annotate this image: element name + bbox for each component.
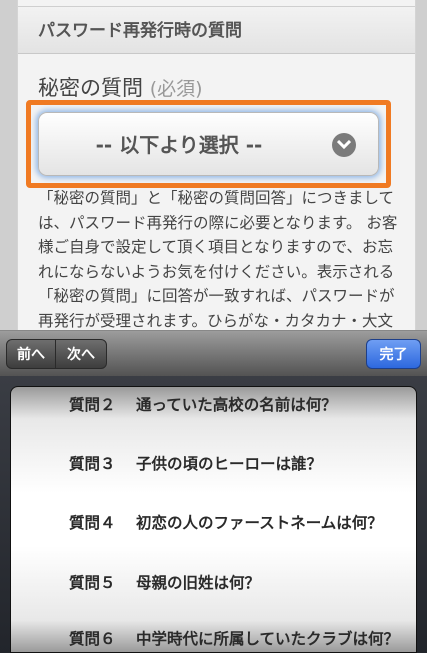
keyboard-toolbar: 前へ 次へ 完了 [0, 330, 427, 377]
required-mark: (必須) [149, 78, 203, 100]
option-text: 母親の旧姓は何？ [136, 574, 261, 592]
picker-option[interactable]: 質問５ 母親の旧姓は何？ [11, 568, 416, 598]
select-value: -- 以下より選択 -- [95, 133, 263, 157]
done-button[interactable]: 完了 [366, 339, 421, 369]
picker-wheel[interactable]: 質問２ 通っていた高校の名前は何？ 質問３ 子供の頃のヒーローは誰？ 質問４ 初… [10, 386, 417, 653]
option-text: 通っていた高校の名前は何？ [136, 396, 337, 414]
picker-option[interactable]: 質問４ 初恋の人のファーストネームは何？ [11, 508, 416, 538]
option-text: 初恋の人のファーストネームは何？ [136, 514, 383, 532]
section-header: パスワード再発行時の質問 [18, 6, 415, 54]
option-number: 質問４ [69, 514, 116, 532]
picker-option[interactable]: 質問３ 子供の頃のヒーローは誰？ [11, 449, 416, 479]
web-page: パスワード再発行時の質問 秘密の質問 (必須) 「秘密の質問」と「秘密の質問回答… [0, 0, 427, 330]
secret-question-select[interactable]: -- 以下より選択 -- [38, 112, 379, 176]
question-label-text: 秘密の質問 [38, 76, 143, 100]
option-number: 質問３ [69, 455, 116, 473]
chevron-down-icon [332, 133, 356, 157]
option-number: 質問５ [69, 574, 116, 592]
question-label: 秘密の質問 (必須) [38, 72, 203, 102]
picker-option[interactable]: 質問６ 中学時代に所属していたクラブは何？ [11, 624, 416, 652]
description-text: 「秘密の質問」と「秘密の質問回答」につきましては、パスワード再発行の際に必要とな… [38, 189, 398, 330]
option-text: 中学時代に所属していたクラブは何？ [136, 630, 400, 648]
option-number: 質問６ [69, 630, 116, 648]
prev-button[interactable]: 前へ [6, 339, 56, 369]
option-number: 質問２ [69, 396, 116, 414]
option-picker: 質問２ 通っていた高校の名前は何？ 質問３ 子供の頃のヒーローは誰？ 質問４ 初… [0, 376, 427, 653]
option-text: 子供の頃のヒーローは誰？ [136, 455, 323, 473]
picker-option[interactable]: 質問２ 通っていた高校の名前は何？ [11, 390, 416, 420]
next-button[interactable]: 次へ [55, 339, 107, 369]
